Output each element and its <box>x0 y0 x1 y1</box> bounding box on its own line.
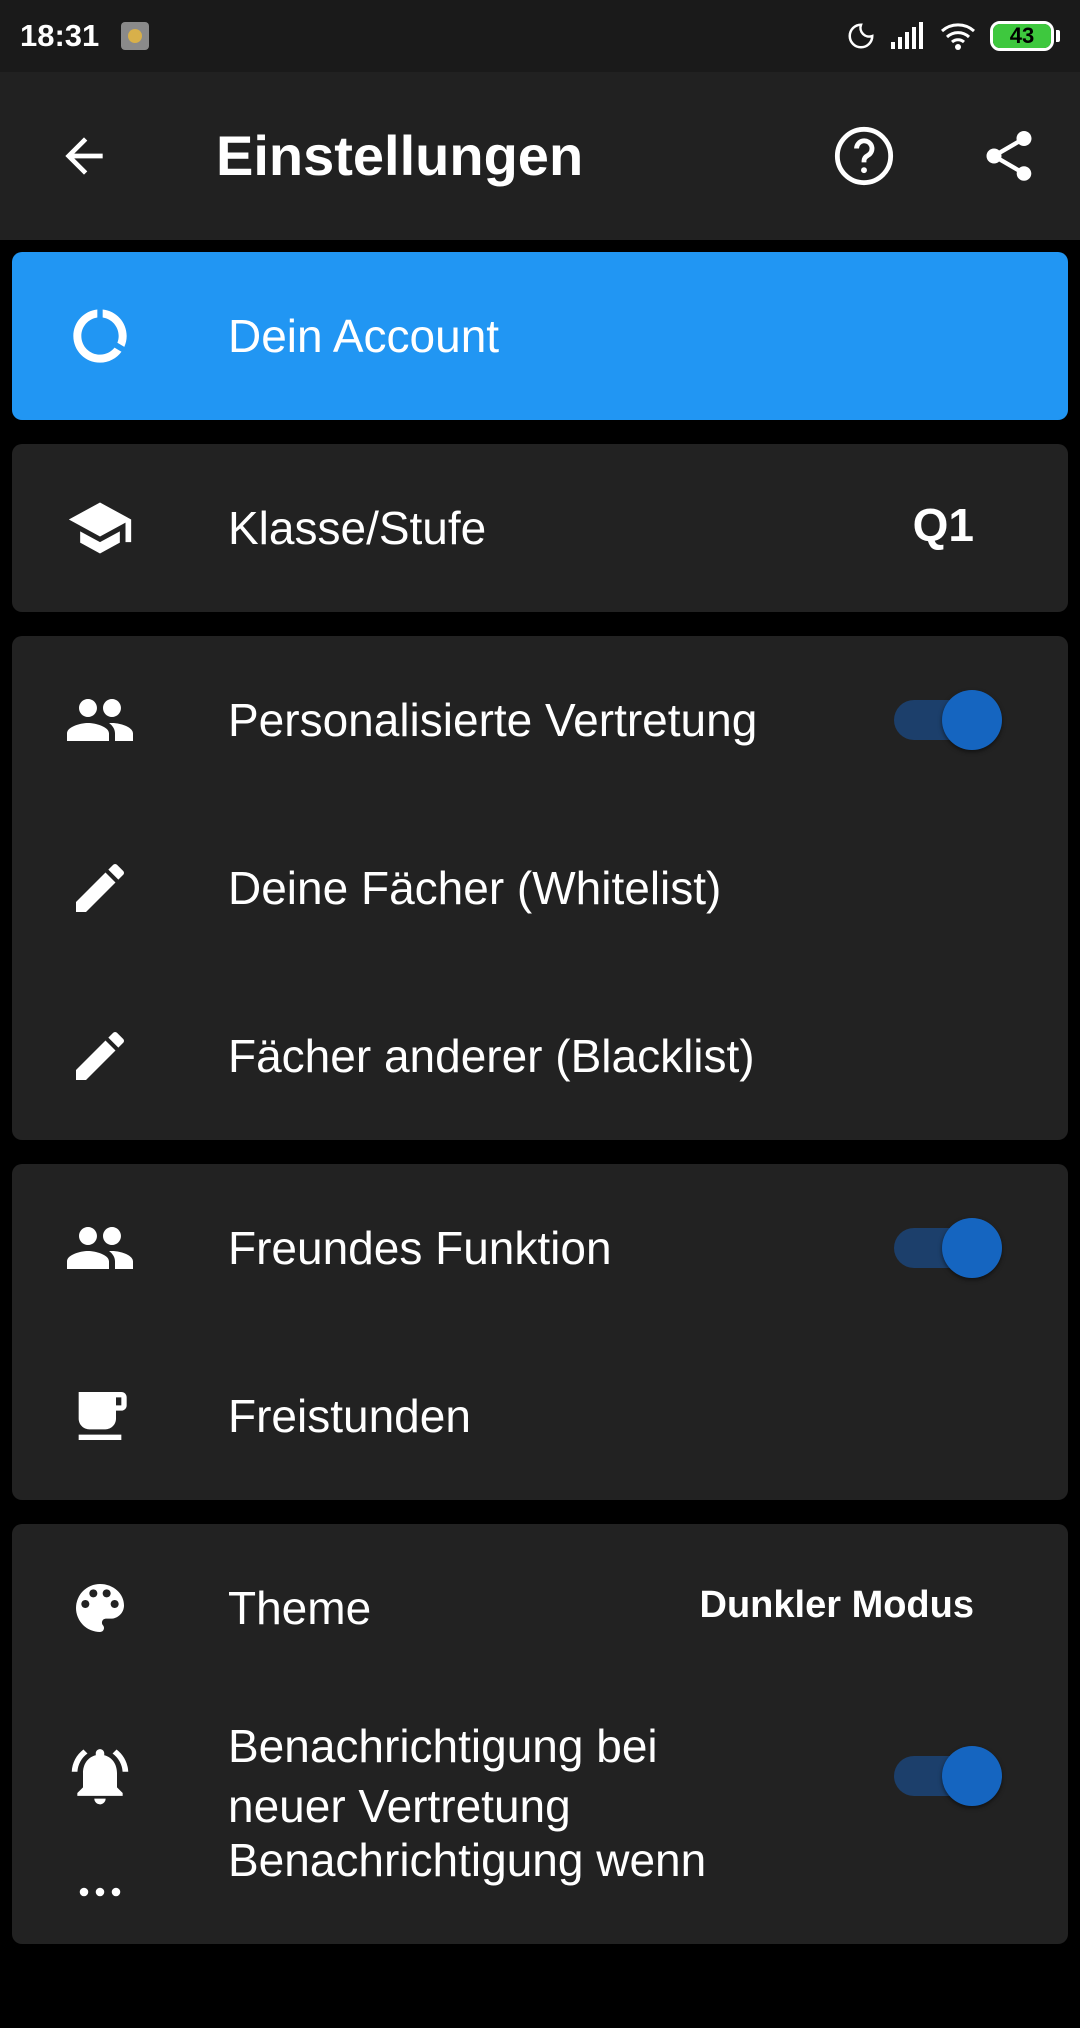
notify-when-icon <box>64 1840 136 1912</box>
blacklist-row[interactable]: Fächer anderer (Blacklist) <box>12 972 1068 1140</box>
account-row[interactable]: Dein Account <box>12 252 1068 420</box>
substitution-card: Personalisierte Vertretung Deine Fächer … <box>12 636 1068 1140</box>
free-periods-row[interactable]: Freistunden <box>12 1332 1068 1500</box>
graduation-cap-icon <box>64 492 136 564</box>
coffee-cup-icon <box>64 1380 136 1452</box>
back-arrow-icon[interactable] <box>52 124 116 188</box>
pencil-icon <box>64 852 136 924</box>
account-card[interactable]: Dein Account <box>12 252 1068 420</box>
page-title: Einstellungen <box>216 124 584 187</box>
app-bar: Einstellungen <box>0 72 1080 240</box>
notify-new-label-line2: neuer Vertretung <box>228 1780 571 1832</box>
account-label: Dein Account <box>228 310 500 362</box>
palette-icon <box>64 1572 136 1644</box>
notify-new-label-line1: Benachrichtigung bei <box>228 1720 658 1772</box>
friends-function-switch[interactable] <box>894 1218 1004 1278</box>
battery-level: 43 <box>1009 23 1035 48</box>
notify-when-label: Benachrichtigung wenn <box>228 1834 707 1886</box>
battery-icon: 43 <box>990 21 1054 51</box>
friends-card: Freundes Funktion Freistunden <box>12 1164 1068 1500</box>
status-time: 18:31 <box>20 18 100 53</box>
whitelist-label: Deine Fächer (Whitelist) <box>228 862 722 914</box>
whitelist-row[interactable]: Deine Fächer (Whitelist) <box>12 804 1068 972</box>
blacklist-label: Fächer anderer (Blacklist) <box>228 1030 755 1082</box>
notify-new-label: Benachrichtigung bei neuer Vertretung <box>228 1716 658 1836</box>
help-icon[interactable] <box>830 122 898 190</box>
personalized-substitution-row[interactable]: Personalisierte Vertretung <box>12 636 1068 804</box>
class-label: Klasse/Stufe <box>228 502 487 554</box>
free-periods-label: Freistunden <box>228 1390 471 1442</box>
theme-label: Theme <box>228 1582 372 1634</box>
share-icon[interactable] <box>975 122 1043 190</box>
class-row[interactable]: Klasse/Stufe Q1 <box>12 444 1068 612</box>
bell-icon <box>64 1740 136 1812</box>
theme-value: Dunkler Modus <box>699 1584 974 1626</box>
personalized-substitution-switch[interactable] <box>894 690 1004 750</box>
theme-row[interactable]: Theme Dunkler Modus <box>12 1524 1068 1692</box>
notify-when-row[interactable]: Benachrichtigung wenn <box>12 1834 1068 2028</box>
friends-function-label: Freundes Funktion <box>228 1222 612 1274</box>
class-value: Q1 <box>912 499 974 551</box>
status-bar: 18:31 43 <box>0 0 1080 72</box>
notify-new-switch[interactable] <box>894 1746 1004 1806</box>
people-icon <box>64 684 136 756</box>
account-ring-icon <box>64 300 136 372</box>
pencil-icon <box>64 1020 136 1092</box>
signal-icon <box>890 22 926 50</box>
moon-icon <box>846 21 876 51</box>
people-icon <box>64 1212 136 1284</box>
wifi-icon <box>940 22 976 50</box>
notification-app-icon <box>121 22 150 50</box>
class-card[interactable]: Klasse/Stufe Q1 <box>12 444 1068 612</box>
misc-card: Theme Dunkler Modus Benachrichtigung bei… <box>12 1524 1068 1944</box>
friends-function-row[interactable]: Freundes Funktion <box>12 1164 1068 1332</box>
personalized-substitution-label: Personalisierte Vertretung <box>228 694 758 746</box>
